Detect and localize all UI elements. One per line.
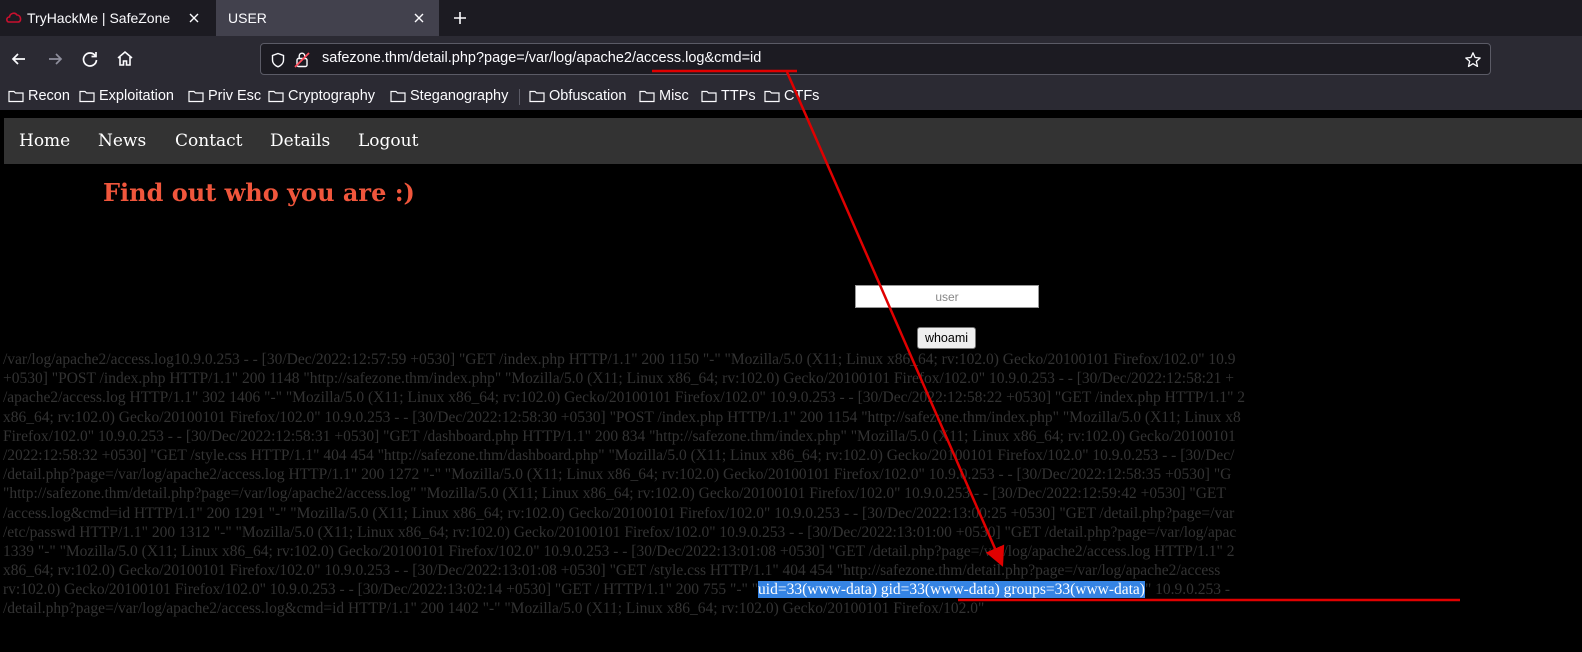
- tab-user[interactable]: USER: [216, 0, 439, 36]
- folder-icon: [529, 90, 545, 103]
- navigation-toolbar: safezone.thm/detail.php?page=/var/log/ap…: [0, 36, 1582, 82]
- nav-contact[interactable]: Contact: [175, 131, 243, 151]
- nav-logout[interactable]: Logout: [358, 131, 418, 151]
- site-navbar: Home News Contact Details Logout: [4, 118, 1582, 164]
- log-line: /detail.php?page=/var/log/apache2/access…: [3, 466, 1232, 484]
- bookmark-label: Cryptography: [288, 88, 376, 104]
- folder-icon: [8, 90, 24, 103]
- bookmark-folder-misc[interactable]: Misc: [639, 86, 689, 106]
- bookmark-label: CTFs: [784, 88, 820, 104]
- tab-tryhackme[interactable]: TryHackMe | SafeZone: [0, 0, 214, 36]
- bookmarks-toolbar: Recon Exploitation Priv Esc Cryptography…: [0, 82, 1582, 110]
- bookmark-folder-ttps[interactable]: TTPs: [701, 86, 756, 106]
- folder-icon: [390, 90, 406, 103]
- nav-details[interactable]: Details: [270, 131, 330, 151]
- bookmark-label: TTPs: [721, 88, 756, 104]
- home-icon[interactable]: [114, 48, 136, 70]
- bookmark-separator: [519, 89, 520, 105]
- folder-icon: [639, 90, 655, 103]
- reload-icon[interactable]: [79, 48, 101, 70]
- nav-news[interactable]: News: [98, 131, 146, 151]
- insecure-lock-icon[interactable]: [294, 51, 310, 68]
- user-input[interactable]: [855, 285, 1039, 308]
- bookmark-label: Priv Esc: [208, 88, 262, 104]
- log-line: 1339 "-" "Mozilla/5.0 (X11; Linux x86_64…: [3, 542, 1235, 560]
- log-line: Firefox/102.0" 10.9.0.253 - - [30/Dec/20…: [3, 427, 1236, 445]
- folder-icon: [701, 90, 717, 103]
- tab-title: TryHackMe | SafeZone: [27, 10, 171, 26]
- log-line: +0530] "POST /index.php HTTP/1.1" 200 11…: [3, 370, 1235, 388]
- close-icon[interactable]: [411, 10, 427, 26]
- log-output: /var/log/apache2/access.log10.9.0.253 - …: [3, 350, 1582, 620]
- url-text[interactable]: safezone.thm/detail.php?page=/var/log/ap…: [322, 50, 761, 66]
- bookmark-label: Exploitation: [99, 88, 174, 104]
- bookmark-folder-recon[interactable]: Recon: [8, 86, 70, 106]
- command-output-highlight: uid=33(www-data) gid=33(www-data) groups…: [758, 581, 1145, 599]
- log-line: /etc/passwd HTTP/1.1" 200 1312 "-" "Mozi…: [3, 523, 1237, 541]
- bookmark-folder-privesc[interactable]: Priv Esc: [188, 86, 261, 106]
- log-line: /var/log/apache2/access.log10.9.0.253 - …: [3, 351, 1236, 368]
- close-icon[interactable]: [186, 10, 202, 26]
- new-tab-icon[interactable]: [450, 8, 470, 28]
- address-bar[interactable]: safezone.thm/detail.php?page=/var/log/ap…: [260, 43, 1491, 75]
- tab-bar: TryHackMe | SafeZone USER: [0, 0, 1582, 36]
- bookmark-folder-ctfs[interactable]: CTFs: [764, 86, 819, 106]
- whoami-button[interactable]: whoami: [917, 327, 976, 349]
- page-title: Find out who you are :): [103, 178, 415, 207]
- tryhackme-favicon-icon: [6, 10, 22, 26]
- log-line: x86_64; rv:102.0) Gecko/20100101 Firefox…: [3, 408, 1241, 426]
- page-content: Home News Contact Details Logout Find ou…: [0, 110, 1582, 652]
- log-line: /detail.php?page=/var/log/apache2/access…: [3, 600, 985, 618]
- shield-icon[interactable]: [270, 52, 286, 68]
- bookmark-star-icon[interactable]: [1464, 51, 1482, 69]
- back-arrow-icon[interactable]: [8, 48, 30, 70]
- bookmark-label: Obfuscation: [549, 88, 627, 104]
- bookmark-label: Steganography: [410, 88, 509, 104]
- bookmark-folder-cryptography[interactable]: Cryptography: [268, 86, 375, 106]
- log-line: "http://safezone.thm/detail.php?page=/va…: [3, 485, 1226, 503]
- folder-icon: [268, 90, 284, 103]
- bookmark-label: Misc: [659, 88, 689, 104]
- folder-icon: [79, 90, 95, 103]
- log-line: /access.log&cmd=id HTTP/1.1" 200 1291 "-…: [3, 504, 1235, 522]
- tab-title: USER: [228, 10, 267, 26]
- log-line: x86_64; rv:102.0) Gecko/20100101 Firefox…: [3, 562, 1221, 580]
- log-line: /apache2/access.log HTTP/1.1" 302 1406 "…: [3, 389, 1246, 407]
- log-line-prefix: rv:102.0) Gecko/20100101 Firefox/102.0" …: [3, 581, 759, 599]
- bookmark-folder-exploitation[interactable]: Exploitation: [79, 86, 174, 106]
- folder-icon: [188, 90, 204, 103]
- bookmark-folder-obfuscation[interactable]: Obfuscation: [529, 86, 626, 106]
- log-line: /2022:12:58:32 +0530] "GET /style.css HT…: [3, 446, 1235, 464]
- log-line: rv:102.0) Gecko/20100101 Firefox/102.0" …: [3, 580, 1582, 599]
- bookmark-label: Recon: [28, 88, 70, 104]
- log-line-suffix: " 10.9.0.253 -: [1144, 581, 1231, 599]
- bookmark-folder-steganography[interactable]: Steganography: [390, 86, 508, 106]
- nav-home[interactable]: Home: [19, 131, 70, 151]
- folder-icon: [764, 90, 780, 103]
- forward-arrow-icon[interactable]: [44, 48, 66, 70]
